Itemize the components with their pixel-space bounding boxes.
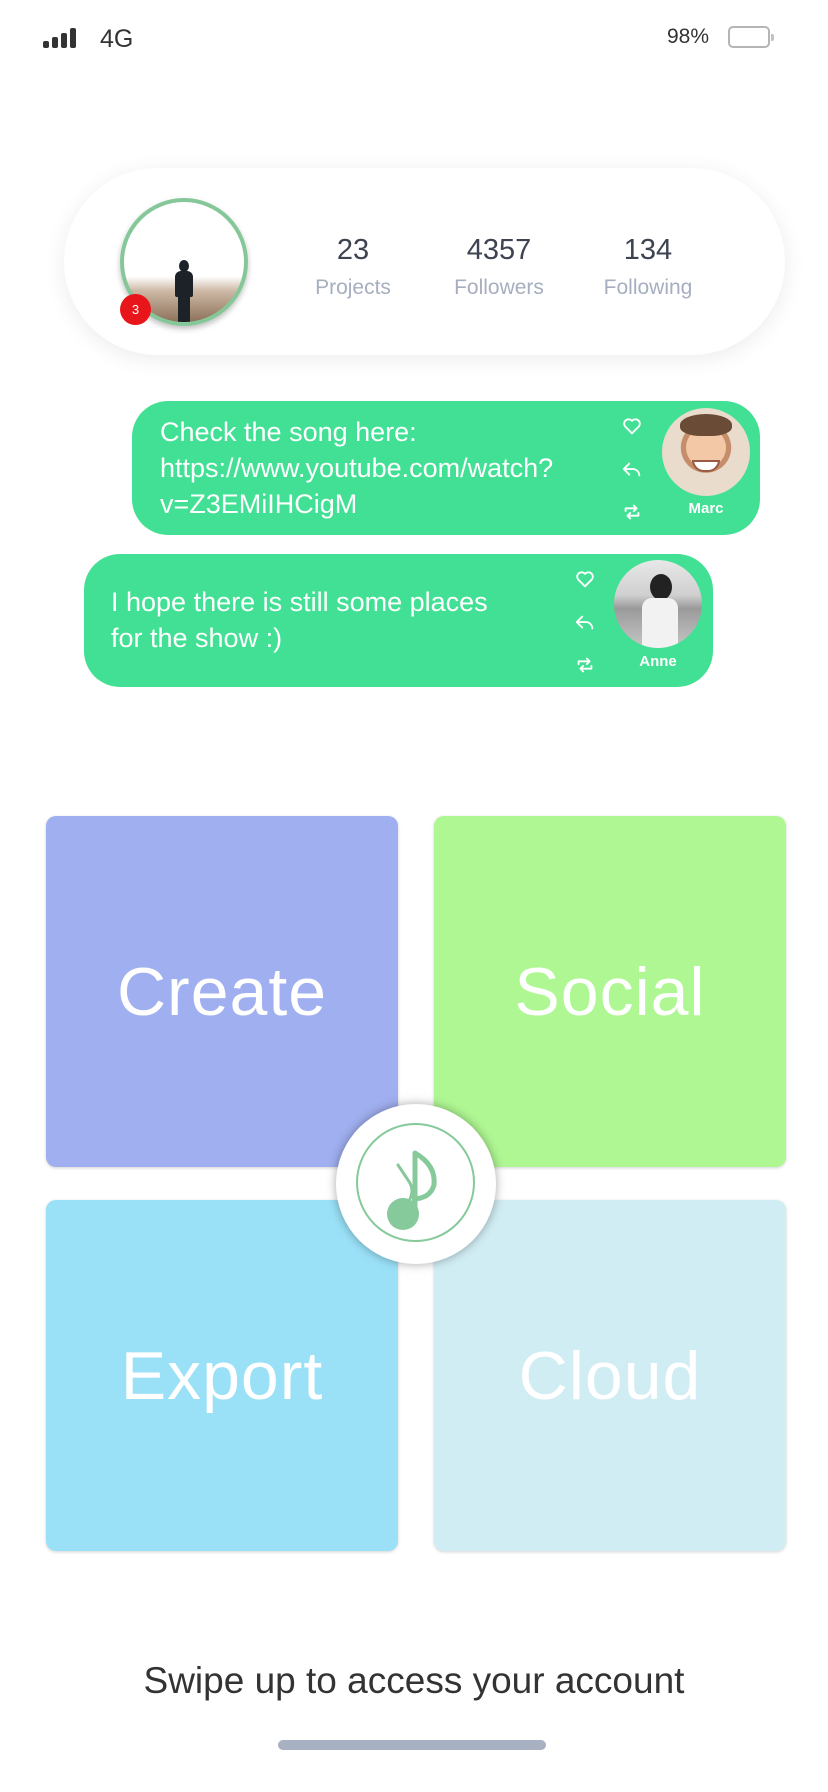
message-text: Check the song here: https://www.youtube… bbox=[160, 414, 553, 522]
message-line: for the show :) bbox=[111, 623, 283, 653]
stat-value: 134 bbox=[623, 234, 673, 266]
stat-value: 23 bbox=[336, 234, 370, 266]
tile-label: Export bbox=[120, 1337, 324, 1414]
home-indicator[interactable] bbox=[278, 1740, 546, 1750]
tile-export[interactable]: Export bbox=[46, 1200, 398, 1551]
stat-followers[interactable]: 4357 Followers bbox=[429, 232, 569, 306]
stat-projects[interactable]: 23 Projects bbox=[283, 232, 423, 306]
stat-value: 4357 bbox=[466, 234, 532, 266]
person-silhouette-icon bbox=[174, 260, 194, 322]
message-link[interactable]: https://www.youtube.com/watch? bbox=[160, 450, 553, 486]
author-name: Marc bbox=[688, 500, 724, 517]
reply-icon[interactable] bbox=[574, 612, 596, 634]
tile-label: Cloud bbox=[518, 1337, 702, 1414]
swipe-hint: Swipe up to access your account bbox=[143, 1660, 685, 1701]
author-name: Anne bbox=[639, 653, 677, 670]
tile-label: Create bbox=[116, 953, 328, 1030]
message-bubble[interactable]: Check the song here: https://www.youtube… bbox=[132, 401, 760, 535]
repeat-icon[interactable] bbox=[621, 501, 643, 523]
battery-percent: 98% bbox=[667, 25, 710, 48]
reply-icon[interactable] bbox=[621, 459, 643, 481]
message-text: I hope there is still some places for th… bbox=[111, 584, 488, 656]
message-line: Check the song here: bbox=[160, 417, 417, 447]
tile-create[interactable]: Create bbox=[46, 816, 398, 1167]
network-type: 4G bbox=[100, 25, 134, 53]
avatar-anne[interactable] bbox=[614, 560, 702, 648]
message-link[interactable]: v=Z3EMiIHCigM bbox=[160, 486, 553, 522]
stat-label: Following bbox=[603, 276, 693, 299]
repeat-icon[interactable] bbox=[574, 654, 596, 676]
signal-bars-icon bbox=[43, 28, 79, 48]
stat-label: Followers bbox=[454, 276, 544, 299]
notification-badge[interactable]: 3 bbox=[120, 294, 151, 325]
battery-icon bbox=[728, 26, 774, 48]
tile-social[interactable]: Social bbox=[434, 816, 786, 1167]
heart-icon[interactable] bbox=[621, 415, 643, 437]
music-note-logo-icon[interactable] bbox=[356, 1123, 475, 1242]
heart-icon[interactable] bbox=[574, 568, 596, 590]
stat-following[interactable]: 134 Following bbox=[578, 232, 718, 306]
tile-cloud[interactable]: Cloud bbox=[434, 1200, 786, 1551]
stat-label: Projects bbox=[315, 276, 391, 299]
message-bubble[interactable]: I hope there is still some places for th… bbox=[84, 554, 713, 687]
avatar-marc[interactable] bbox=[662, 408, 750, 496]
tile-label: Social bbox=[514, 953, 706, 1030]
message-line: I hope there is still some places bbox=[111, 587, 488, 617]
